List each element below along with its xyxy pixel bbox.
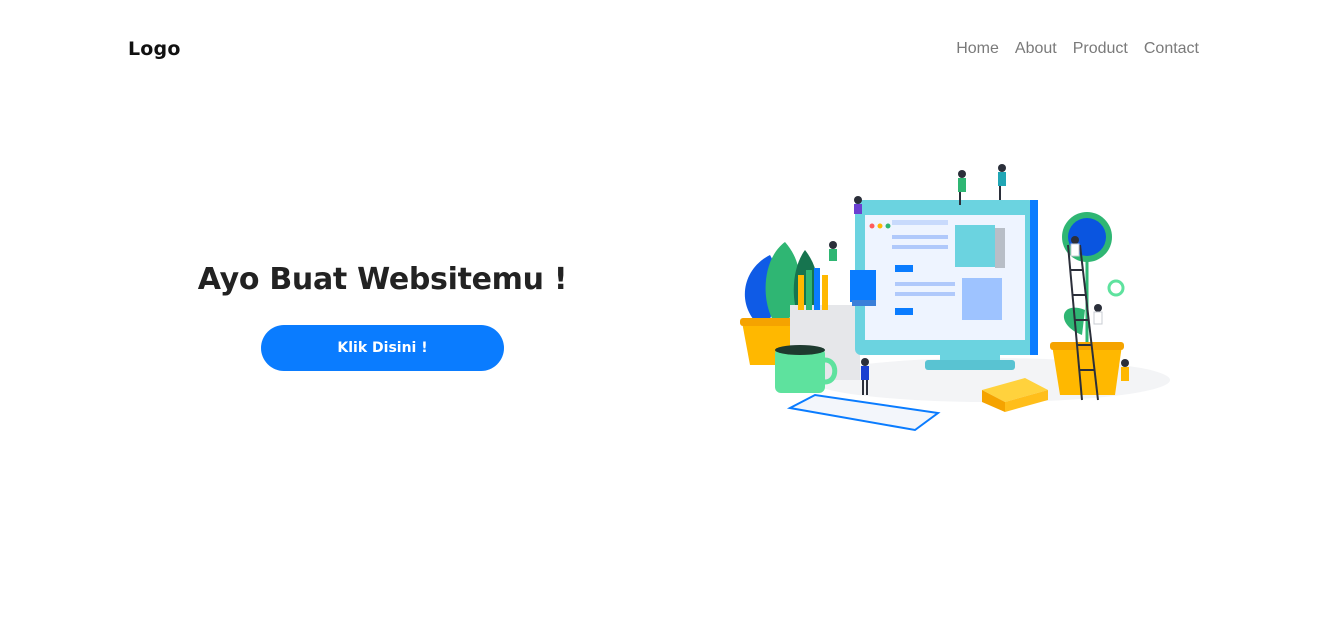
hero-title: Ayo Buat Websitemu ! bbox=[197, 262, 568, 297]
keyboard-icon bbox=[786, 393, 941, 432]
nav-item-home: Home bbox=[956, 40, 999, 58]
workspace-illustration-icon bbox=[740, 164, 1170, 432]
nav-link-about[interactable]: About bbox=[1015, 40, 1057, 57]
nav-link-home[interactable]: Home bbox=[956, 40, 999, 57]
nav-item-product: Product bbox=[1073, 40, 1128, 58]
nav-link-product[interactable]: Product bbox=[1073, 40, 1128, 57]
nav-item-contact: Contact bbox=[1144, 40, 1199, 58]
nav-links: Home About Product Contact bbox=[956, 40, 1199, 58]
logo[interactable]: Logo bbox=[128, 38, 181, 60]
right-plant-icon bbox=[1050, 212, 1125, 401]
navbar: Logo Home About Product Contact bbox=[0, 0, 1341, 100]
page: Logo Home About Product Contact Ayo Buat… bbox=[0, 0, 1341, 623]
nav-item-about: About bbox=[1015, 40, 1057, 58]
monitor-icon bbox=[850, 200, 1038, 370]
nav-link-contact[interactable]: Contact bbox=[1144, 40, 1199, 57]
hero-section: Ayo Buat Websitemu ! bbox=[0, 262, 765, 297]
cta-button[interactable]: Klik Disini ! bbox=[261, 325, 504, 371]
